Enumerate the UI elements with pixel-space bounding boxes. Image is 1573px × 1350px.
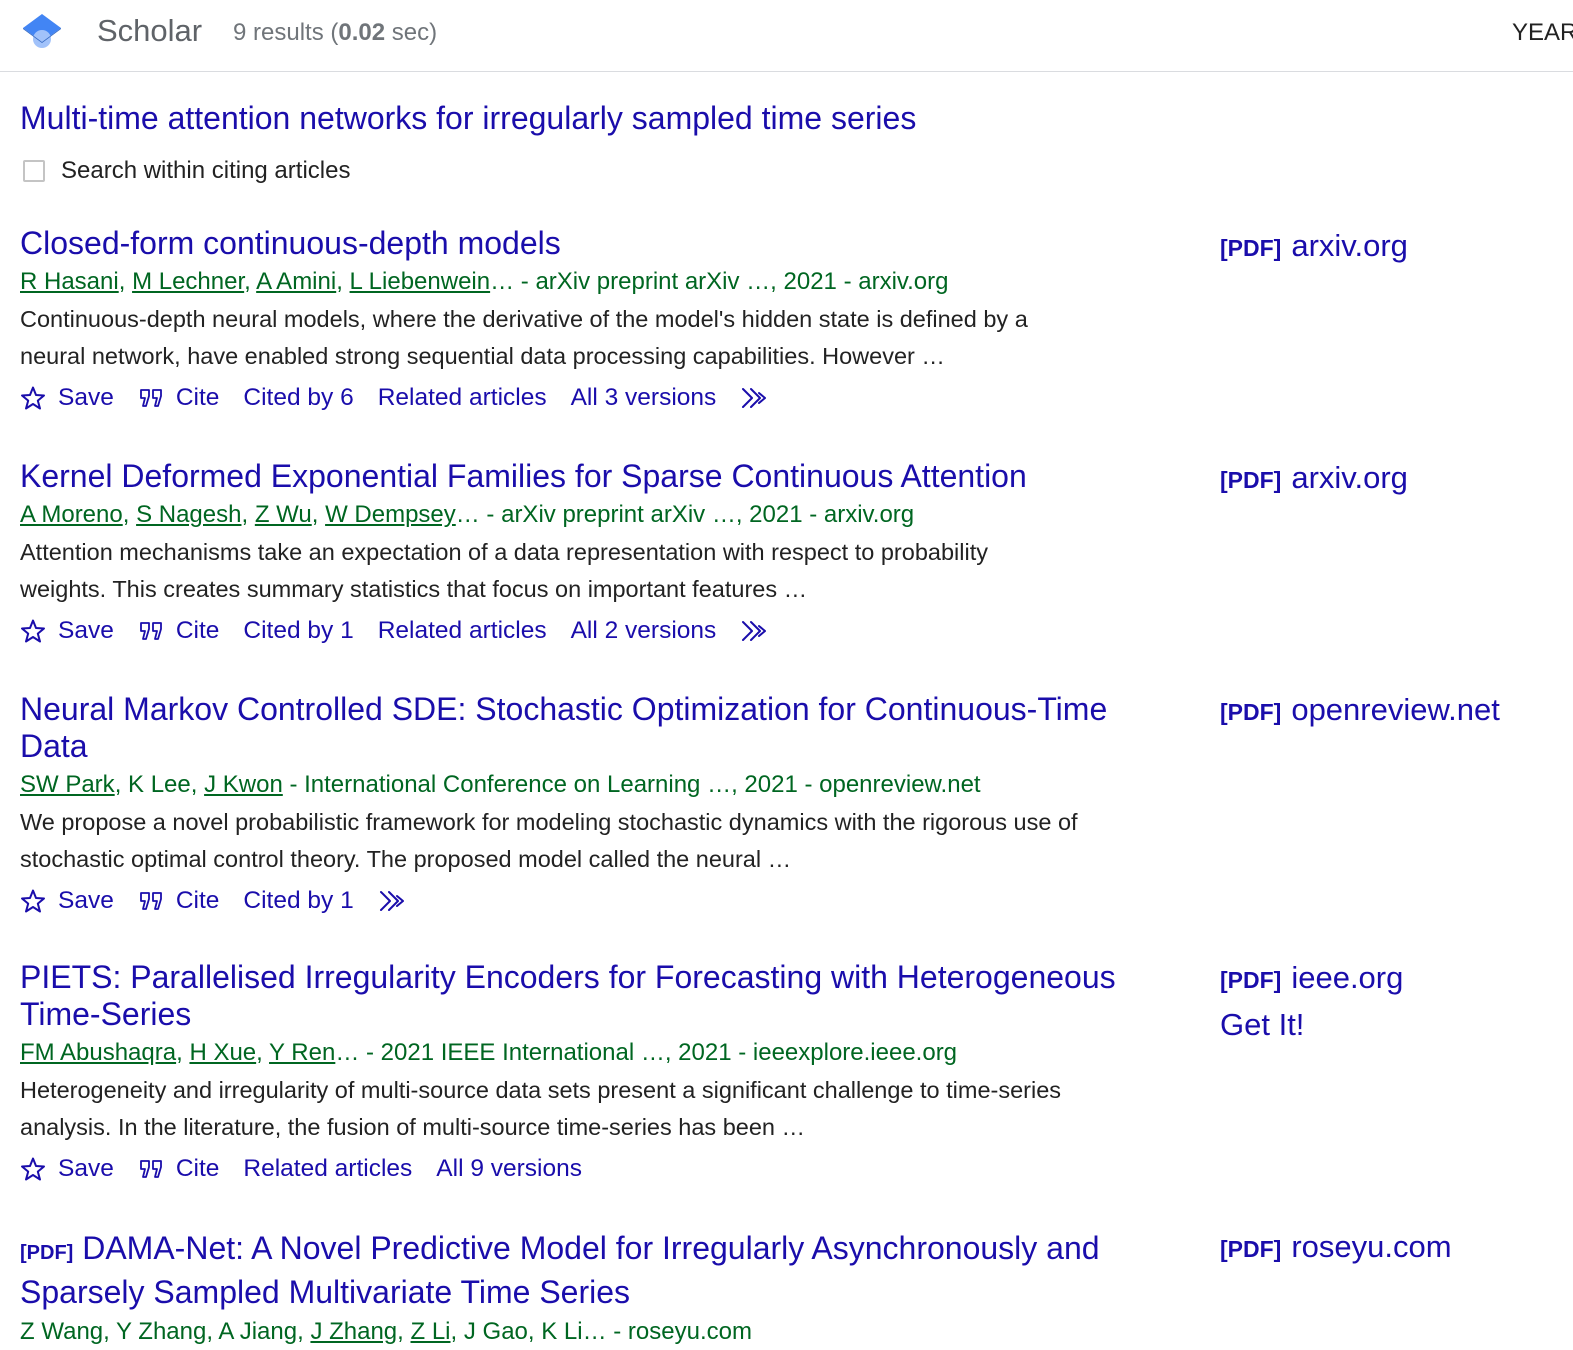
save-button[interactable]: Save — [20, 1155, 114, 1183]
author-link[interactable]: FM Abushaqra — [20, 1039, 176, 1066]
author-link[interactable]: A Amini — [256, 268, 336, 295]
cite-button[interactable]: Cite — [138, 1155, 219, 1183]
results-count: 9 results (0.02 sec) — [233, 19, 438, 46]
search-within-citing[interactable]: Search within citing articles — [23, 155, 350, 187]
side-link[interactable]: [PDF] ieee.org — [1220, 960, 1403, 996]
quote-icon — [139, 622, 162, 640]
side-domain[interactable]: arxiv.org — [1291, 460, 1408, 495]
cite-button[interactable]: Cite — [138, 617, 219, 645]
result-actions: Save Cite Cited by 1 Related articles Al… — [20, 611, 1550, 651]
author-link[interactable]: H Xue — [189, 1039, 256, 1066]
save-button[interactable]: Save — [20, 617, 114, 645]
brand-title[interactable]: Scholar — [97, 13, 202, 49]
result-title[interactable]: Neural Markov Controlled SDE: Stochastic… — [20, 691, 1160, 765]
star-icon — [21, 619, 45, 643]
result-source: … - arXiv preprint arXiv …, 2021 - arxiv… — [455, 501, 915, 528]
get-it-link[interactable]: Get It! — [1220, 1007, 1304, 1043]
more-icon[interactable] — [740, 618, 768, 644]
save-button[interactable]: Save — [20, 384, 114, 412]
cite-button[interactable]: Cite — [138, 384, 219, 412]
cited-article-title[interactable]: Multi-time attention networks for irregu… — [20, 100, 916, 137]
author-link[interactable]: SW Park — [20, 771, 115, 798]
result-snippet: Attention mechanisms take an expectation… — [20, 539, 988, 602]
quote-icon — [139, 389, 162, 407]
result-authors: R Hasani, M Lechner, A Amini, L Liebenwe… — [20, 268, 949, 295]
author-link[interactable]: Y Ren — [269, 1039, 335, 1066]
author-name: A Jiang — [218, 1318, 298, 1345]
more-icon[interactable] — [378, 888, 406, 914]
result-actions: Save Cite Cited by 6 Related articles Al… — [20, 378, 1550, 418]
star-icon — [21, 1157, 45, 1181]
quote-icon — [139, 1160, 162, 1178]
result-authors: A Moreno, S Nagesh, Z Wu, W Dempsey… - a… — [20, 501, 915, 528]
result-source: … - arXiv preprint arXiv …, 2021 - arxiv… — [490, 268, 949, 295]
result-title-row: [PDF] DAMA-Net: A Novel Predictive Model… — [20, 1229, 1160, 1312]
side-link[interactable]: [PDF] arxiv.org — [1220, 228, 1408, 264]
quote-icon — [139, 892, 162, 910]
result-source: … - 2021 IEEE International …, 2021 - ie… — [335, 1039, 958, 1066]
side-link[interactable]: [PDF] roseyu.com — [1220, 1229, 1452, 1265]
cited-by-link[interactable]: Cited by 1 — [243, 617, 353, 645]
all-versions-link[interactable]: All 3 versions — [571, 384, 717, 412]
related-articles-link[interactable]: Related articles — [243, 1155, 412, 1183]
more-icon[interactable] — [740, 385, 768, 411]
result-source: - International Conference on Learning …… — [282, 771, 981, 798]
side-domain[interactable]: openreview.net — [1291, 692, 1500, 727]
result-format-tag: [PDF] — [20, 1242, 74, 1264]
author-link[interactable]: J Kwon — [204, 771, 283, 798]
result-authors: FM Abushaqra, H Xue, Y Ren… - 2021 IEEE … — [20, 1039, 958, 1066]
scholar-logo-icon[interactable] — [20, 12, 64, 52]
star-icon — [21, 386, 45, 410]
author-link[interactable]: L Liebenwein — [350, 268, 491, 295]
side-domain[interactable]: roseyu.com — [1291, 1229, 1451, 1264]
side-domain[interactable]: ieee.org — [1291, 960, 1403, 995]
author-link[interactable]: M Lechner — [132, 268, 244, 295]
result-actions: Save Cite Related articles All 9 version… — [20, 1149, 1550, 1189]
all-versions-link[interactable]: All 9 versions — [436, 1155, 582, 1183]
cited-by-link[interactable]: Cited by 6 — [243, 384, 353, 412]
author-name: K Lee — [128, 771, 191, 798]
author-link[interactable]: S Nagesh — [136, 501, 241, 528]
result-title[interactable]: DAMA-Net: A Novel Predictive Model for I… — [20, 1230, 1100, 1310]
star-icon — [21, 889, 45, 913]
search-within-checkbox[interactable] — [23, 160, 45, 182]
result-authors: Z Wang, Y Zhang, A Jiang, J Zhang, Z Li,… — [20, 1318, 752, 1345]
related-articles-link[interactable]: Related articles — [378, 384, 547, 412]
author-link[interactable]: A Moreno — [20, 501, 123, 528]
author-link[interactable]: R Hasani — [20, 268, 119, 295]
result-snippet: We propose a novel probabilistic framewo… — [20, 809, 1078, 872]
result-actions: Save Cite Cited by 1 — [20, 881, 1550, 921]
author-name: K Li — [541, 1318, 583, 1345]
year-filter-label[interactable]: YEAR — [1512, 19, 1573, 47]
result-source: … - roseyu.com — [582, 1318, 752, 1345]
result-title[interactable]: Closed-form continuous-depth models — [20, 225, 1160, 262]
author-link[interactable]: Z Li — [411, 1318, 451, 1345]
author-link[interactable]: W Dempsey — [325, 501, 456, 528]
all-versions-link[interactable]: All 2 versions — [571, 617, 717, 645]
result-snippet: Continuous-depth neural models, where th… — [20, 306, 1028, 369]
cite-button[interactable]: Cite — [138, 887, 219, 915]
result-authors: SW Park, K Lee, J Kwon - International C… — [20, 771, 981, 798]
side-link[interactable]: [PDF] arxiv.org — [1220, 460, 1408, 496]
result-title[interactable]: PIETS: Parallelised Irregularity Encoder… — [20, 959, 1160, 1033]
side-link[interactable]: [PDF] openreview.net — [1220, 692, 1500, 728]
result-snippet: Heterogeneity and irregularity of multi-… — [20, 1077, 1062, 1140]
save-button[interactable]: Save — [20, 887, 114, 915]
result-title[interactable]: Kernel Deformed Exponential Families for… — [20, 458, 1160, 495]
side-domain[interactable]: arxiv.org — [1291, 228, 1408, 263]
author-name: J Gao — [463, 1318, 528, 1345]
search-within-label: Search within citing articles — [61, 157, 351, 184]
header-bar: Scholar 9 results (0.02 sec) YEAR — [0, 0, 1573, 72]
author-link[interactable]: J Zhang — [310, 1318, 397, 1345]
author-name: Y Zhang — [116, 1318, 207, 1345]
cited-by-link[interactable]: Cited by 1 — [243, 887, 353, 915]
author-link[interactable]: Z Wu — [255, 501, 312, 528]
related-articles-link[interactable]: Related articles — [378, 617, 547, 645]
author-name: Z Wang — [20, 1318, 104, 1345]
